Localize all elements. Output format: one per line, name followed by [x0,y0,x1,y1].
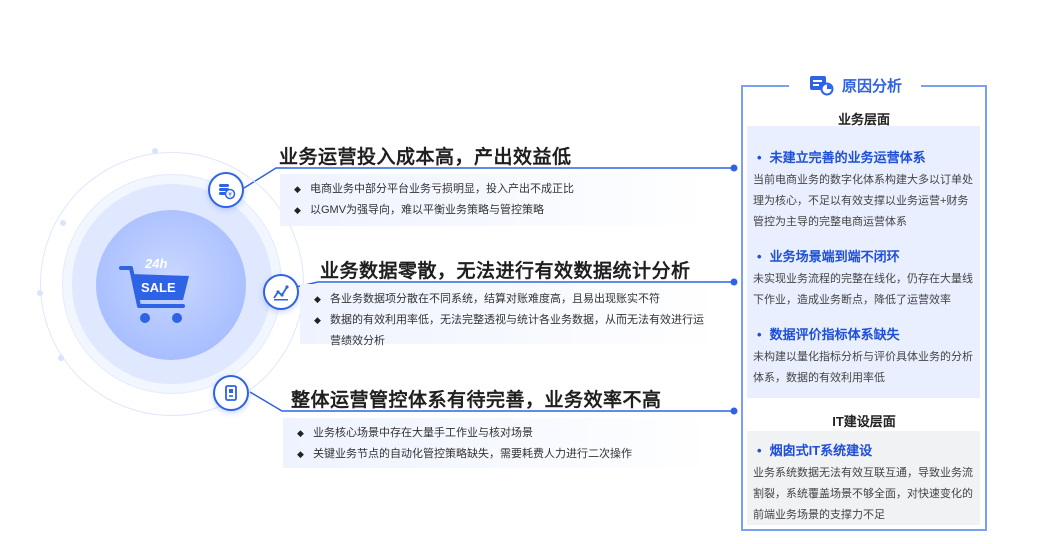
reason-item: • 未建立完善的业务运营体系 当前电商业务的数字化体系构建大多以订单处理为核心，不… [753,148,974,233]
analysis-icon [809,76,834,96]
data-chart-icon [273,285,289,301]
section-1-bullet: ◆ 以GMV为强导向，难以平衡业务策略与管控策略 [294,200,702,221]
reason-heading-text: 未建立完善的业务运营体系 [769,150,926,165]
diamond-bullet-icon: ◆ [297,428,304,438]
section-box-1: ◆ 电商业务中部分平台业务亏损明显，投入产出不成正比 ◆ 以GMV为强导向，难以… [280,174,712,226]
reason-bullet-icon: • [757,249,762,264]
bullet-text: 电商业务中部分平台业务亏损明显，投入产出不成正比 [310,183,574,195]
reason-bullet-icon: • [757,327,762,342]
section-title-1: 业务运营投入成本高，产出效益低 [279,147,572,168]
section-3-bullet: ◆ 业务核心场景中存在大量手工作业与核对场景 [297,423,703,444]
connector-dot-2 [730,278,738,286]
sale-cart-icon: 24h SALE [117,256,201,336]
decor-dot [152,148,158,154]
diamond-bullet-icon: ◆ [314,294,321,304]
section-title-2: 业务数据零散，无法进行有效数据统计分析 [320,261,691,282]
panel-header: 原因分析 [790,70,920,100]
bullet-text: 数据的有效利用率低，无法完整透视与统计各业务数据，从而无法有效进行运营绩效分析 [330,314,704,347]
reason-heading: • 业务场景端到端不闭环 [753,247,974,267]
decor-dot [58,355,64,361]
it-layer-title: IT建设层面 [832,414,896,429]
badge-sale-text: SALE [141,280,176,295]
diamond-bullet-icon: ◆ [294,184,301,194]
section-2-bullet: ◆ 数据的有效利用率低，无法完整透视与统计各业务数据，从而无法有效进行运营绩效分… [314,310,710,352]
reason-description: 当前电商业务的数字化体系构建大多以订单处理为核心，不足以有效支撑以业务运营+财务… [753,174,973,228]
reason-description: 未构建以量化指标分析与评价具体业务的分析体系，数据的有效利用率低 [753,351,973,384]
svg-text:¥: ¥ [228,192,232,199]
bullet-text: 业务核心场景中存在大量手工作业与核对场景 [313,427,533,439]
badge-24h-text: 24h [145,256,168,271]
reason-item: • 数据评价指标体系缺失 未构建以量化指标分析与评价具体业务的分析体系，数据的有效… [753,325,974,389]
document-check-icon [225,385,237,401]
panel-title: 原因分析 [841,77,902,95]
section-icon-2 [263,274,299,310]
diagram-canvas: 24h SALE ¥ 业务运营投入成本高，产出效益低 ◆ 电商业务中部分平台业务… [0,0,1047,544]
coin-stack-icon: ¥ [219,184,236,200]
bullet-text: 以GMV为强导向，难以平衡业务策略与管控策略 [310,204,545,216]
decor-dot [60,220,66,226]
section-1-bullet: ◆ 电商业务中部分平台业务亏损明显，投入产出不成正比 [294,179,702,200]
reason-heading-text: 数据评价指标体系缺失 [769,327,900,342]
connector-dot-1 [730,164,738,172]
section-title-3: 整体运营管控体系有待完善，业务效率不高 [291,390,662,411]
reason-description: 业务系统数据无法有效互联互通，导致业务流割裂，系统覆盖场景不够全面，对快速变化的… [753,467,973,521]
decor-dot [37,290,43,296]
it-reasons-card: • 烟囱式IT系统建设 业务系统数据无法有效互联互通，导致业务流割裂，系统覆盖场景… [747,431,980,525]
section-icon-1: ¥ [208,172,244,208]
section-2-bullet: ◆ 各业务数据项分散在不同系统，结算对账难度高，且易出现账实不符 [314,289,710,310]
diamond-bullet-icon: ◆ [297,449,304,459]
section-box-2: ◆ 各业务数据项分散在不同系统，结算对账难度高，且易出现账实不符 ◆ 数据的有效… [300,284,720,347]
bullet-text: 关键业务节点的自动化管控策略缺失，需要耗费人力进行二次操作 [313,448,632,460]
reason-item: • 业务场景端到端不闭环 未实现业务流程的完整在线化，仍存在大量线下作业，造成业务… [753,247,974,311]
reason-heading-text: 烟囱式IT系统建设 [769,443,873,458]
reason-heading: • 烟囱式IT系统建设 [753,441,974,461]
reason-bullet-icon: • [757,150,762,165]
reason-item: • 烟囱式IT系统建设 业务系统数据无法有效互联互通，导致业务流割裂，系统覆盖场景… [753,441,974,526]
business-reasons-card: • 未建立完善的业务运营体系 当前电商业务的数字化体系构建大多以订单处理为核心，不… [747,126,980,398]
reason-heading: • 数据评价指标体系缺失 [753,325,974,345]
reason-description: 未实现业务流程的完整在线化，仍存在大量线下作业，造成业务断点，降低了运营效率 [753,273,973,306]
panel-top-border-right [921,85,987,87]
section-box-3: ◆ 业务核心场景中存在大量手工作业与核对场景 ◆ 关键业务节点的自动化管控策略缺… [283,418,713,468]
reason-bullet-icon: • [757,443,762,458]
connector-dot-3 [730,407,738,415]
section-3-bullet: ◆ 关键业务节点的自动化管控策略缺失，需要耗费人力进行二次操作 [297,444,703,465]
panel-top-border-left [741,85,789,87]
diamond-bullet-icon: ◆ [294,205,301,215]
reason-heading: • 未建立完善的业务运营体系 [753,148,974,168]
diamond-bullet-icon: ◆ [314,315,321,325]
reason-heading-text: 业务场景端到端不闭环 [769,249,900,264]
section-icon-3 [213,375,249,411]
bullet-text: 各业务数据项分散在不同系统，结算对账难度高，且易出现账实不符 [330,293,660,305]
